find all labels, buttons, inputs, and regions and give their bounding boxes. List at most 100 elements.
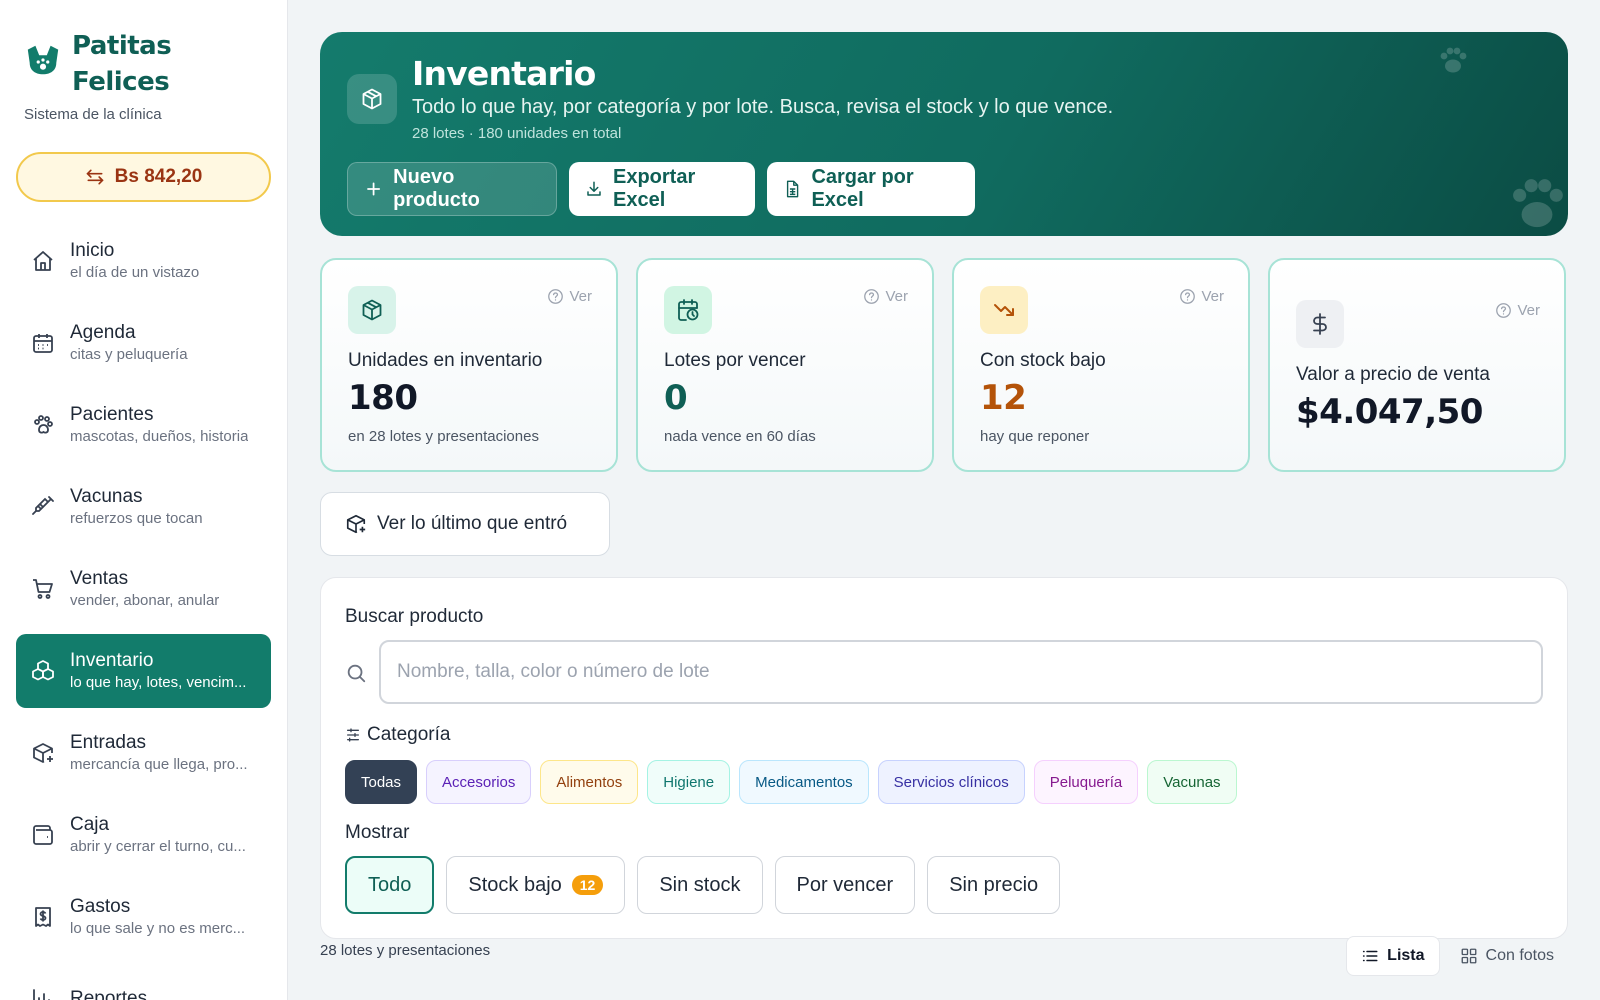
sidebar-item-inventario[interactable]: Inventario lo que hay, lotes, vencim... (16, 634, 271, 708)
export-excel-label: Exportar Excel (612, 166, 696, 211)
stat-label: Valor a precio de venta (1296, 364, 1490, 385)
stats-row: Ver Unidades en inventario 180 en 28 lot… (320, 258, 1566, 472)
sidebar-item-agenda[interactable]: Agenda citas y peluquería (16, 306, 271, 380)
sidebar-item-subtitle: el día de un vistazo (70, 264, 200, 281)
sidebar-item-title: Gastos (70, 896, 131, 917)
page-meta: 28 lotes · 180 unidades en total (412, 125, 622, 142)
sidebar-item-title: Inicio (70, 240, 115, 261)
sidebar-item-ventas[interactable]: Ventas vender, abonar, anular (16, 552, 271, 626)
stat-ver-label: Ver (1201, 288, 1224, 305)
plus-icon (367, 182, 381, 196)
category-chip[interactable]: Accesorios (426, 760, 532, 804)
last-entry-button[interactable]: Ver lo último que entró (320, 492, 610, 556)
help-circle-icon (864, 289, 880, 304)
show-filter-todo[interactable]: Todo (345, 856, 435, 914)
stat-label: Lotes por vencer (664, 350, 806, 371)
sidebar-item-pacientes[interactable]: Pacientes mascotas, dueños, historia (16, 388, 271, 462)
sidebar-item-subtitle: citas y peluquería (70, 346, 188, 363)
new-product-label: Nuevo producto (393, 166, 480, 211)
view-list-label: Lista (1387, 947, 1425, 964)
cart-icon (30, 576, 56, 602)
help-circle-icon (1180, 289, 1196, 304)
brand[interactable]: Patitas Felices (24, 28, 172, 100)
sidebar-item-title: Caja (70, 814, 110, 835)
filter-panel: Buscar producto Categoría Todas Accesori… (320, 577, 1568, 939)
show-filter-sin-stock[interactable]: Sin stock (637, 856, 763, 914)
sidebar-item-vacunas[interactable]: Vacunas refuerzos que tocan (16, 470, 271, 544)
sidebar-nav: Inicio el día de un vistazo Agenda citas y… (16, 224, 271, 1000)
sidebar-item-title: Entradas (70, 732, 147, 753)
dog-logo-icon (27, 45, 59, 75)
sidebar-item-entradas[interactable]: Entradas mercancía que llega, pro... (16, 716, 271, 790)
show-filter-label: Sin stock (659, 873, 741, 896)
category-chip[interactable]: Vacunas (1147, 760, 1237, 804)
category-chip[interactable]: Servicios clínicos (877, 760, 1025, 804)
sidebar-item-title: Vacunas (70, 486, 143, 507)
stat-ver-link[interactable]: Ver (1495, 302, 1540, 319)
sidebar-item-subtitle: lo que sale y no es merc... (70, 920, 246, 937)
page-description: Todo lo que hay, por categoría y por lot… (412, 96, 1114, 118)
view-photos-button[interactable]: Con fotos (1446, 936, 1568, 976)
sidebar-item-title: Pacientes (70, 404, 154, 425)
count-badge: 12 (571, 875, 604, 895)
paw-decoration-icon (1513, 179, 1563, 228)
stat-card-low-stock[interactable]: Ver Con stock bajo 12 hay que reponer (952, 258, 1250, 472)
sidebar-item-reportes[interactable]: Reportes (16, 962, 271, 1000)
category-chip[interactable]: Medicamentos (739, 760, 869, 804)
category-chip[interactable]: Alimentos (540, 760, 639, 804)
sidebar-item-subtitle: mascotas, dueños, historia (70, 428, 249, 445)
swap-icon (86, 169, 103, 185)
package-plus-icon (30, 740, 56, 766)
sidebar-item-inicio[interactable]: Inicio el día de un vistazo (16, 224, 271, 298)
page-header: Inventario Todo lo que hay, por categorí… (320, 32, 1568, 236)
show-filter-por-vencer[interactable]: Por vencer (774, 856, 916, 914)
stat-ver-link[interactable]: Ver (1179, 288, 1224, 305)
sidebar-item-title: Agenda (70, 322, 136, 343)
sidebar-item-subtitle: lo que hay, lotes, vencim... (70, 674, 247, 691)
chart-icon (30, 986, 56, 1000)
category-chip[interactable]: Higiene (647, 760, 731, 804)
show-filter-stock-bajo[interactable]: Stock bajo 12 (446, 856, 626, 914)
sidebar-item-title: Reportes (70, 988, 148, 1000)
stat-value: 180 (348, 378, 418, 418)
help-circle-icon (1496, 303, 1512, 318)
stat-ver-link[interactable]: Ver (863, 288, 908, 305)
view-photos-label: Con fotos (1485, 947, 1554, 964)
category-chip[interactable]: Todas (345, 760, 418, 804)
category-label: Categoría (345, 724, 450, 746)
stat-ver-link[interactable]: Ver (547, 288, 592, 305)
search-input[interactable] (379, 640, 1543, 704)
show-filter-sin-precio[interactable]: Sin precio (927, 856, 1061, 914)
stat-card-units[interactable]: Ver Unidades en inventario 180 en 28 lot… (320, 258, 618, 472)
page-title: Inventario (412, 54, 596, 93)
home-icon (30, 248, 56, 274)
stat-value: 0 (664, 378, 688, 418)
last-entry-label: Ver lo último que entró (377, 513, 568, 534)
calendar-icon (30, 330, 56, 356)
syringe-icon (30, 494, 56, 520)
category-chips: Todas Accesorios Alimentos Higiene Medic… (345, 760, 1237, 804)
stat-card-sale-value[interactable]: Ver Valor a precio de venta $4.047,50 (1268, 258, 1566, 472)
view-list-button[interactable]: Lista (1346, 936, 1440, 976)
header-actions: Nuevo producto Exportar Excel Cargar por… (347, 162, 975, 216)
search-label: Buscar producto (345, 606, 484, 627)
dollar-icon (1296, 300, 1344, 348)
stat-label: Unidades en inventario (348, 350, 543, 371)
view-switch: Lista Con fotos (1346, 936, 1568, 976)
sidebar-item-subtitle: vender, abonar, anular (70, 592, 220, 609)
sidebar-item-caja[interactable]: Caja abrir y cerrar el turno, cu... (16, 798, 271, 872)
sidebar-item-gastos[interactable]: Gastos lo que sale y no es merc... (16, 880, 271, 954)
sidebar-item-subtitle: mercancía que llega, pro... (70, 756, 248, 773)
box-icon (347, 74, 397, 124)
sidebar-item-subtitle: refuerzos que tocan (70, 510, 203, 527)
brand-name-line2: Felices (72, 67, 170, 97)
show-filter-toggles: Todo Stock bajo 12 Sin stock Por vencer … (345, 856, 1061, 914)
new-product-button[interactable]: Nuevo producto (347, 162, 557, 216)
category-chip[interactable]: Peluquería (1033, 760, 1139, 804)
brand-subtitle: Sistema de la clínica (24, 106, 162, 123)
import-excel-button[interactable]: Cargar por Excel (767, 162, 975, 216)
exchange-rate-pill[interactable]: Bs 842,20 (16, 152, 271, 202)
stat-ver-label: Ver (1517, 302, 1540, 319)
stat-card-expiring[interactable]: Ver Lotes por vencer 0 nada vence en 60 … (636, 258, 934, 472)
export-excel-button[interactable]: Exportar Excel (569, 162, 755, 216)
